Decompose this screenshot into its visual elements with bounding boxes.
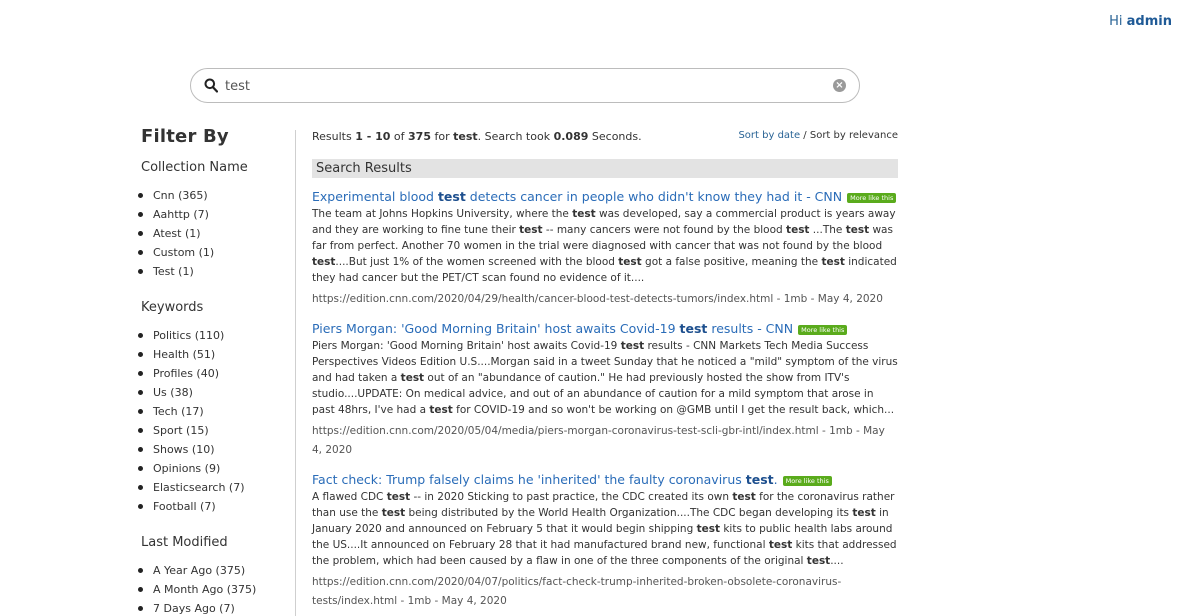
facet-item[interactable]: Profiles (40) xyxy=(138,367,281,386)
facet-item[interactable]: Custom (1) xyxy=(138,246,281,265)
facet-item[interactable]: Shows (10) xyxy=(138,443,281,462)
facet-item[interactable]: Elasticsearch (7) xyxy=(138,481,281,500)
user-greeting: Hi admin xyxy=(1109,14,1172,29)
facet-item[interactable]: Opinions (9) xyxy=(138,462,281,481)
facet-item[interactable]: A Year Ago (375) xyxy=(138,564,281,583)
facet-title: Last Modified xyxy=(141,535,228,550)
sort-by-date-link[interactable]: Sort by date xyxy=(738,130,800,141)
facet-item[interactable]: Atest (1) xyxy=(138,227,281,246)
greeting-prefix: Hi xyxy=(1109,14,1123,29)
facet-item[interactable]: Aahttp (7) xyxy=(138,208,281,227)
facet-item[interactable]: Us (38) xyxy=(138,386,281,405)
more-like-this-button[interactable]: More like this xyxy=(798,324,848,335)
results-panel: Results 1 - 10 of 375 for test. Search t… xyxy=(312,130,898,616)
result-title-link[interactable]: Fact check: Trump falsely claims he 'inh… xyxy=(312,472,898,488)
facet-item[interactable]: Sport (15) xyxy=(138,424,281,443)
column-divider xyxy=(295,130,296,616)
sort-controls: Sort by date / Sort by relevance xyxy=(738,130,898,141)
search-input[interactable] xyxy=(225,75,825,97)
username-link[interactable]: admin xyxy=(1127,14,1172,29)
result-snippet: A flawed CDC test -- in 2020 Sticking to… xyxy=(312,491,897,567)
search-result: Fact check: Trump falsely claims he 'inh… xyxy=(312,472,898,611)
more-like-this-button[interactable]: More like this xyxy=(847,192,897,203)
facet-title: Keywords xyxy=(141,300,204,315)
result-snippet: Piers Morgan: 'Good Morning Britain' hos… xyxy=(312,340,898,416)
facet-item[interactable]: 7 Days Ago (7) xyxy=(138,602,281,616)
search-icon[interactable] xyxy=(204,78,218,93)
facet-item[interactable]: Football (7) xyxy=(138,500,281,519)
filter-title: Filter By xyxy=(141,126,229,147)
clear-search-icon[interactable]: × xyxy=(833,79,846,92)
result-url: https://edition.cnn.com/2020/04/07/polit… xyxy=(312,576,842,607)
section-header: Search Results xyxy=(312,159,898,178)
search-result: Piers Morgan: 'Good Morning Britain' hos… xyxy=(312,321,898,460)
search-bar: × xyxy=(190,68,860,103)
facet-item[interactable]: Health (51) xyxy=(138,348,281,367)
facet-item[interactable]: A Month Ago (375) xyxy=(138,583,281,602)
more-like-this-button[interactable]: More like this xyxy=(782,475,832,486)
facet-item[interactable]: Politics (110) xyxy=(138,329,281,348)
result-url: https://edition.cnn.com/2020/04/29/healt… xyxy=(312,293,883,305)
facet-item[interactable]: Cnn (365) xyxy=(138,189,281,208)
result-title-link[interactable]: Piers Morgan: 'Good Morning Britain' hos… xyxy=(312,321,898,337)
result-snippet: The team at Johns Hopkins University, wh… xyxy=(312,208,897,284)
facet-item[interactable]: Tech (17) xyxy=(138,405,281,424)
facet-list: Politics (110) Health (51) Profiles (40) Us… xyxy=(138,329,281,519)
sort-by-relevance[interactable]: Sort by relevance xyxy=(810,130,898,141)
facet-list: Cnn (365) Aahttp (7) Atest (1) Custom (1) Te… xyxy=(138,189,281,284)
facet-item[interactable]: Test (1) xyxy=(138,265,281,284)
facet-title: Collection Name xyxy=(141,160,248,175)
result-title-link[interactable]: Experimental blood test detects cancer i… xyxy=(312,189,898,205)
facet-list: A Year Ago (375) A Month Ago (375) 7 Days … xyxy=(138,564,281,616)
filter-sidebar: Filter By Collection Name Cnn (365) Aahttp… xyxy=(138,126,281,616)
search-result: Experimental blood test detects cancer i… xyxy=(312,189,898,309)
results-summary: Results 1 - 10 of 375 for test. Search t… xyxy=(312,130,898,143)
result-url: https://edition.cnn.com/2020/05/04/media… xyxy=(312,425,885,456)
